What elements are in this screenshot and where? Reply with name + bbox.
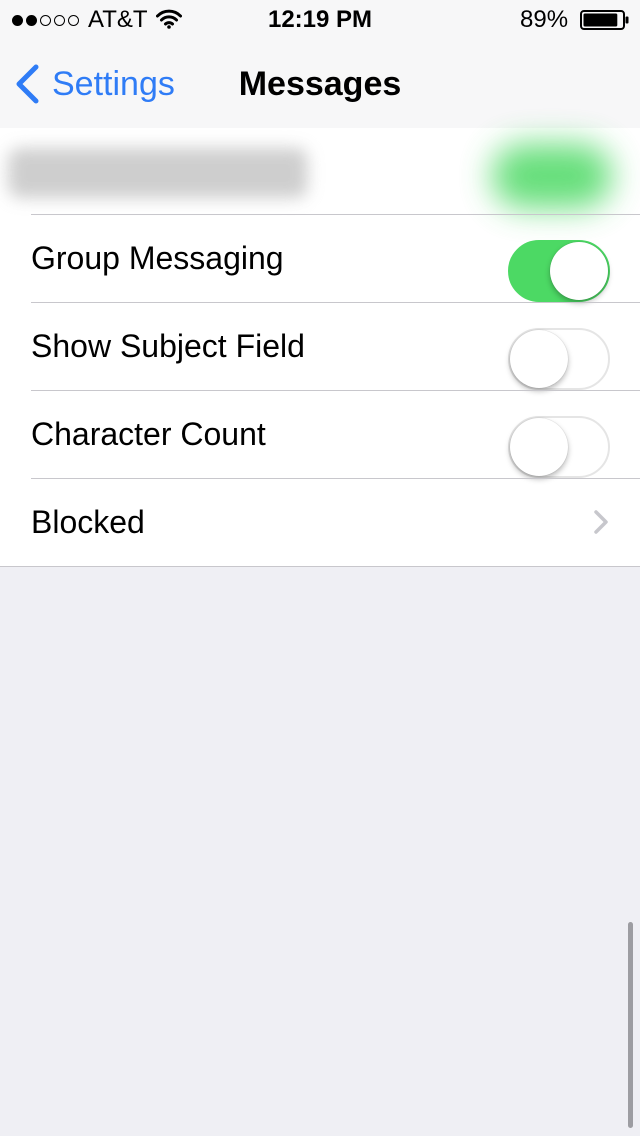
battery-level-fill — [583, 13, 618, 27]
setting-row-blocked[interactable]: Blocked — [0, 478, 640, 566]
battery-percent: 89% — [520, 6, 569, 33]
battery-icon — [580, 10, 629, 30]
toggle-knob — [510, 418, 568, 476]
character-count-toggle[interactable] — [508, 416, 610, 478]
toggle-knob — [510, 330, 568, 388]
setting-row-group-messaging: Group Messaging — [0, 214, 640, 302]
row-separator — [31, 214, 640, 215]
navigation-bar: Settings Messages — [0, 40, 640, 128]
group-messaging-toggle[interactable] — [508, 240, 610, 302]
setting-label: Blocked — [31, 504, 145, 540]
show-subject-field-toggle[interactable] — [508, 328, 610, 390]
obscured-setting-row — [0, 128, 640, 214]
obscured-label — [8, 148, 308, 198]
settings-list: Group Messaging Show Subject Field Chara… — [0, 128, 640, 567]
setting-label: Show Subject Field — [31, 328, 305, 364]
scroll-indicator[interactable] — [628, 922, 633, 1128]
top-bar: AT&T 12:19 PM 89% Settings Messages — [0, 0, 640, 128]
row-separator — [31, 302, 640, 303]
page-title: Messages — [238, 65, 402, 103]
toggle-knob — [550, 242, 608, 300]
setting-row-character-count: Character Count — [0, 390, 640, 478]
row-separator — [31, 478, 640, 479]
setting-label: Character Count — [31, 416, 266, 452]
setting-row-show-subject-field: Show Subject Field — [0, 302, 640, 390]
setting-label: Group Messaging — [31, 240, 284, 276]
obscured-toggle — [492, 144, 612, 208]
row-separator — [31, 390, 640, 391]
chevron-right-icon — [594, 510, 608, 534]
status-bar: AT&T 12:19 PM 89% — [0, 0, 640, 40]
